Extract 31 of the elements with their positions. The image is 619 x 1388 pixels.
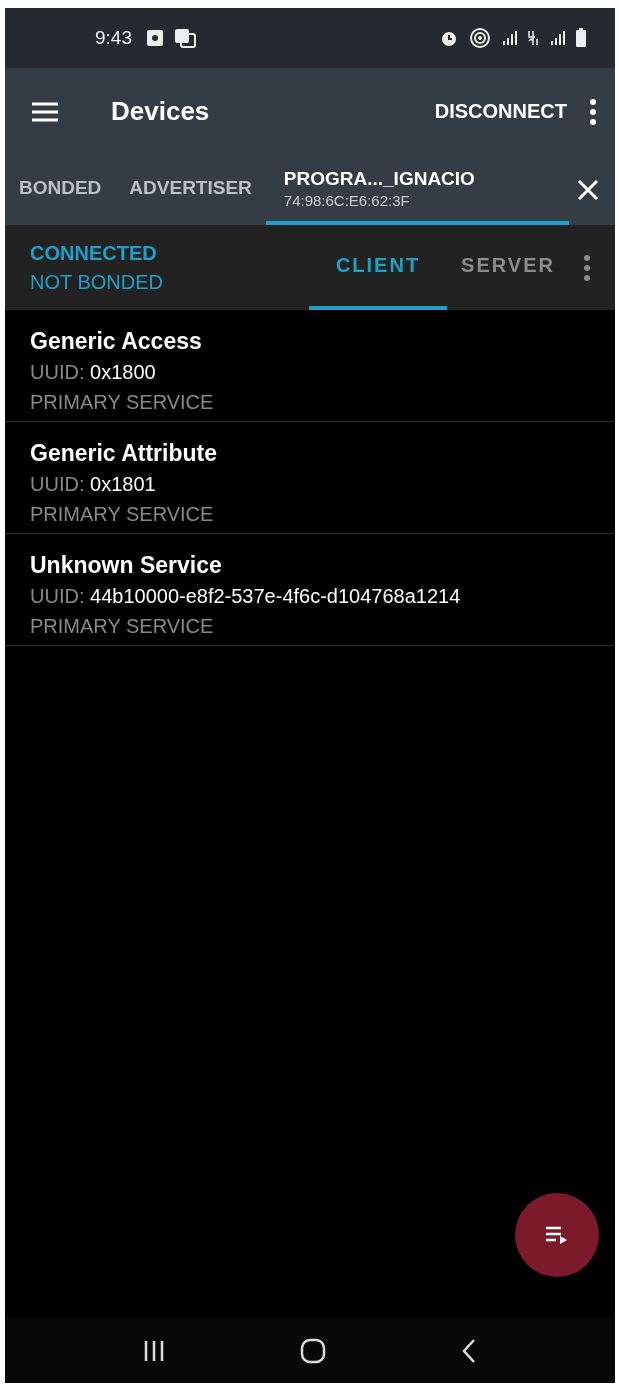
signal-icon bbox=[549, 30, 565, 46]
service-name[interactable]: Generic Access bbox=[30, 326, 590, 356]
status-time: 9:43 bbox=[95, 27, 132, 49]
service-type: PRIMARY SERVICE bbox=[30, 614, 215, 639]
close-icon[interactable] bbox=[577, 179, 599, 201]
service-uuid: UUID: 44b10000-e8f2-537e-4f6c-d104768a1214 bbox=[30, 584, 462, 609]
device-tab[interactable]: BONDED bbox=[5, 155, 116, 225]
network-type-icon bbox=[527, 29, 539, 47]
translate-icon bbox=[174, 28, 196, 48]
bond-state: NOT BONDED bbox=[30, 270, 164, 294]
service-type: PRIMARY SERVICE bbox=[30, 502, 215, 527]
mode-tab[interactable]: CLIENT bbox=[309, 225, 447, 310]
service-type: PRIMARY SERVICE bbox=[30, 390, 215, 415]
battery-icon bbox=[575, 28, 587, 48]
signal-icon bbox=[501, 30, 517, 46]
more-options-icon[interactable] bbox=[583, 254, 591, 281]
service-uuid: UUID: 0x1801 bbox=[30, 472, 157, 497]
home-icon bbox=[299, 1336, 327, 1365]
notification-icon bbox=[146, 29, 164, 47]
service-name[interactable]: Unknown Service bbox=[30, 550, 590, 580]
service-name[interactable]: Generic Attribute bbox=[30, 438, 590, 468]
playlist-play-icon bbox=[545, 1225, 569, 1245]
menu-icon[interactable] bbox=[31, 100, 59, 123]
connection-state: CONNECTED bbox=[30, 241, 158, 265]
mode-tab[interactable]: SERVER bbox=[447, 225, 569, 310]
device-tab[interactable]: ADVERTISER bbox=[115, 155, 266, 225]
service-uuid: UUID: 0x1800 bbox=[30, 360, 157, 385]
more-options-icon[interactable] bbox=[589, 98, 597, 125]
toolbar-title: Devices bbox=[111, 96, 211, 127]
disconnect-button[interactable]: DISCONNECT bbox=[426, 92, 575, 131]
hotspot-icon bbox=[469, 27, 491, 49]
